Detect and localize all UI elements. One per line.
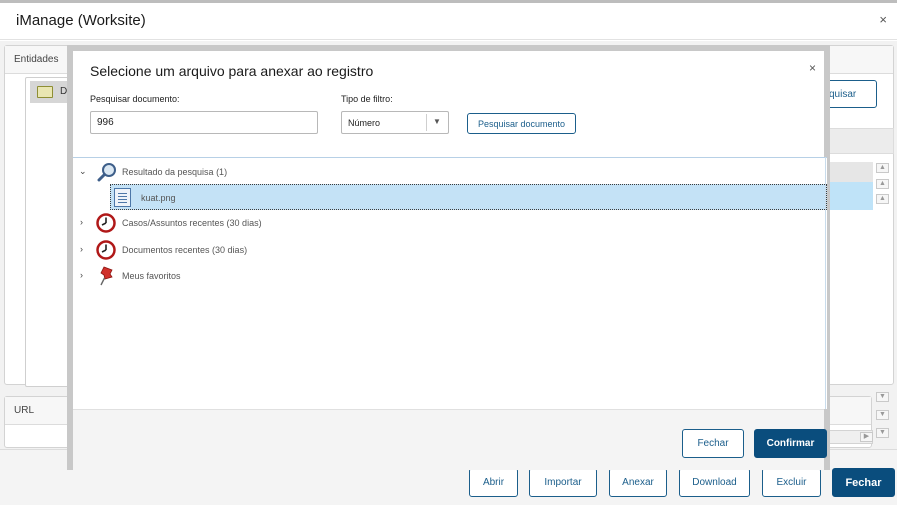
clock-icon	[96, 240, 116, 260]
tree-node-recent-documents[interactable]: › Documentos recentes (30 dias)	[73, 240, 827, 260]
download-button[interactable]: Download	[679, 468, 750, 497]
document-tree: ⌄ Resultado da pesquisa (1) kuat.png › C…	[73, 157, 827, 409]
filter-type-select[interactable]: Número ▼	[341, 111, 449, 134]
tree-node-label: Resultado da pesquisa (1)	[122, 167, 228, 177]
dialog-title: Selecione um arquivo para anexar ao regi…	[90, 63, 374, 79]
scroll-page-down-icon[interactable]: ▼	[876, 410, 889, 420]
scroll-bottom-icon[interactable]: ▼	[876, 428, 889, 438]
attach-button[interactable]: Anexar	[609, 468, 667, 497]
attach-file-dialog: Selecione um arquivo para anexar ao regi…	[67, 45, 830, 470]
url-panel-title: URL	[14, 405, 35, 416]
background-search-button[interactable]: quisar	[822, 80, 877, 108]
document-icon	[114, 188, 131, 207]
scroll-page-up-icon[interactable]: ▲	[876, 179, 889, 189]
scroll-up-icon[interactable]: ▲	[876, 194, 889, 204]
chevron-down-icon: ▼	[433, 117, 441, 126]
filter-type-label: Tipo de filtro:	[341, 94, 393, 104]
tree-node-search-results[interactable]: ⌄ Resultado da pesquisa (1)	[73, 162, 827, 182]
search-document-button[interactable]: Pesquisar documento	[467, 113, 576, 134]
window-close-icon[interactable]: ×	[879, 12, 887, 27]
dialog-confirm-button[interactable]: Confirmar	[754, 429, 827, 458]
chevron-right-icon[interactable]: ›	[80, 244, 83, 254]
tree-node-label: Casos/Assuntos recentes (30 dias)	[122, 218, 262, 228]
select-divider	[426, 114, 427, 131]
window-title: iManage (Worksite)	[16, 12, 146, 29]
clock-icon	[96, 213, 116, 233]
scroll-right-icon[interactable]: ▶	[860, 432, 873, 442]
tree-node-kuat-png[interactable]: kuat.png	[110, 184, 827, 210]
tree-node-label: Documentos recentes (30 dias)	[122, 245, 248, 255]
dialog-close-icon[interactable]: ×	[809, 61, 816, 75]
search-document-input[interactable]	[90, 111, 318, 134]
open-button[interactable]: Abrir	[469, 468, 518, 497]
delete-button[interactable]: Excluir	[762, 468, 821, 497]
magnifier-icon	[97, 163, 116, 182]
folder-icon	[37, 86, 53, 98]
import-button[interactable]: Importar	[529, 468, 597, 497]
tree-node-label: kuat.png	[141, 193, 176, 203]
scroll-down-icon[interactable]: ▼	[876, 392, 889, 402]
chevron-down-icon[interactable]: ⌄	[79, 166, 87, 177]
tree-right-border	[825, 157, 826, 409]
chevron-right-icon[interactable]: ›	[80, 270, 83, 280]
search-document-label: Pesquisar documento:	[90, 94, 180, 104]
chevron-right-icon[interactable]: ›	[80, 217, 83, 227]
tree-node-label: Meus favoritos	[122, 271, 181, 281]
entities-panel-title: Entidades	[14, 54, 59, 65]
dialog-cancel-button[interactable]: Fechar	[682, 429, 744, 458]
tree-node-favorites[interactable]: › Meus favoritos	[73, 266, 827, 286]
scroll-top-icon[interactable]: ▲	[876, 163, 889, 173]
pushpin-icon	[100, 266, 113, 286]
background-list-header	[829, 128, 894, 154]
background-list-row-selected[interactable]	[829, 182, 873, 210]
background-list-row[interactable]	[829, 162, 873, 182]
filter-type-value: Número	[348, 118, 381, 128]
close-button[interactable]: Fechar	[832, 468, 895, 497]
window-header: iManage (Worksite) ×	[0, 3, 897, 40]
tree-node-recent-cases[interactable]: › Casos/Assuntos recentes (30 dias)	[73, 213, 827, 233]
